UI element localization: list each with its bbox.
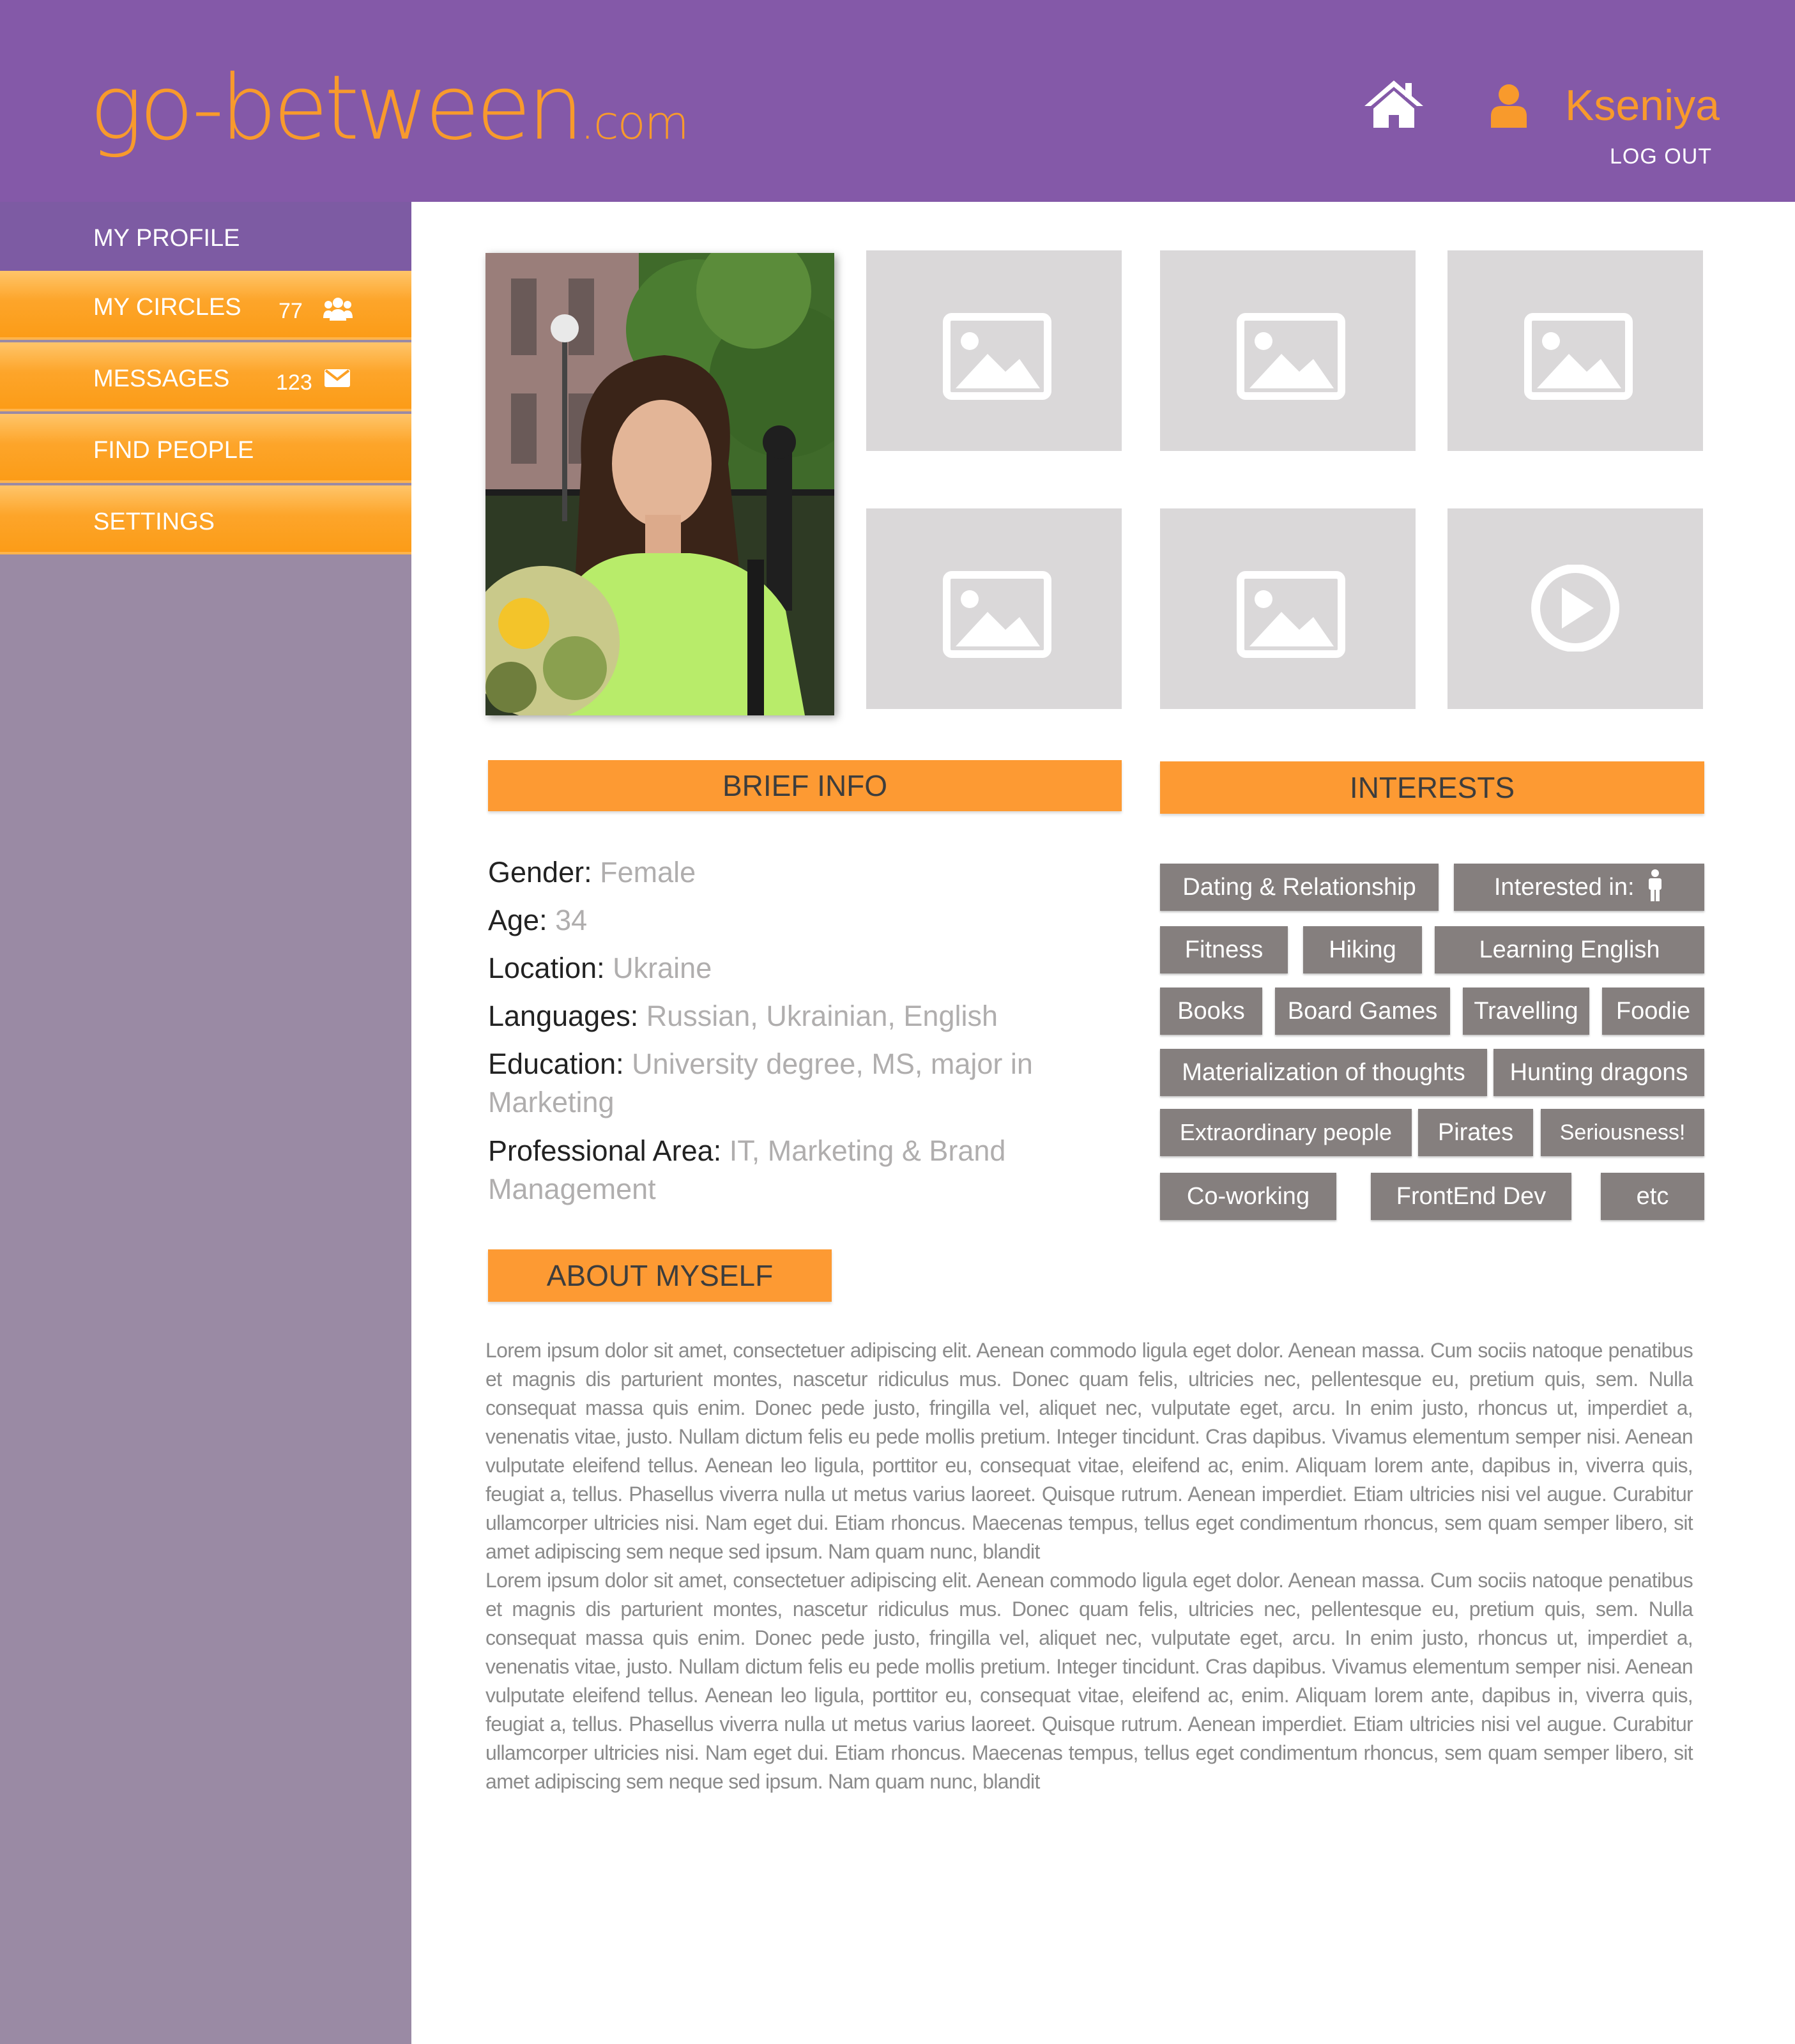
about-paragraph: Lorem ipsum dolor sit amet, consectetuer…	[485, 1569, 1693, 1793]
interest-tag[interactable]: Hunting dragons	[1493, 1049, 1704, 1096]
sidebar-item-my-profile[interactable]: MY PROFILE	[0, 202, 411, 271]
info-label: Education:	[488, 1048, 624, 1080]
image-placeholder-icon	[1237, 571, 1345, 658]
interest-tag-label: Interested in:	[1493, 874, 1635, 901]
interest-tag[interactable]: Extraordinary people	[1160, 1109, 1412, 1156]
info-value: 34	[555, 904, 588, 936]
info-location: Location: Ukraine	[488, 949, 1127, 988]
sidebar-item-messages[interactable]: MESSAGES 123	[0, 342, 411, 411]
video-thumbnail[interactable]	[1447, 508, 1703, 709]
messages-count: 123	[276, 370, 312, 395]
interest-tag[interactable]: FrontEnd Dev	[1371, 1173, 1571, 1220]
photo-thumbnail[interactable]	[1447, 250, 1703, 451]
sidebar-item-label: MY CIRCLES	[93, 294, 241, 321]
info-education: Education: University degree, MS, major …	[488, 1045, 1127, 1122]
image-placeholder-icon	[1237, 313, 1345, 400]
logo-name: go-between	[89, 56, 584, 160]
sidebar-item-label: SETTINGS	[93, 508, 215, 535]
profile-photo-image	[485, 253, 834, 715]
about-paragraph: Lorem ipsum dolor sit amet, consectetuer…	[485, 1339, 1693, 1563]
male-icon	[1649, 869, 1662, 901]
site-logo[interactable]: go-between.com	[89, 56, 689, 160]
interest-tag[interactable]: Board Games	[1275, 988, 1450, 1035]
group-icon	[323, 298, 353, 321]
photo-thumbnail[interactable]	[1160, 508, 1416, 709]
about-myself-header: ABOUT MYSELF	[488, 1249, 832, 1302]
interest-tag[interactable]: Pirates	[1418, 1109, 1533, 1156]
info-gender: Gender: Female	[488, 853, 1127, 892]
sidebar-item-my-circles[interactable]: MY CIRCLES 77	[0, 271, 411, 340]
interests-header: INTERESTS	[1160, 761, 1704, 814]
home-icon[interactable]	[1363, 79, 1425, 129]
header: go-between.com Kseniya LOG OUT	[0, 0, 1795, 202]
image-placeholder-icon	[943, 571, 1051, 658]
photo-thumbnail[interactable]	[1160, 250, 1416, 451]
interest-tag[interactable]: Seriousness!	[1541, 1109, 1704, 1156]
info-age: Age: 34	[488, 901, 1127, 940]
info-value: Russian, Ukrainian, English	[646, 1000, 998, 1032]
info-label: Age:	[488, 904, 547, 936]
image-placeholder-icon	[1524, 313, 1633, 400]
info-label: Gender:	[488, 856, 592, 889]
play-icon	[1531, 565, 1619, 652]
username[interactable]: Kseniya	[1565, 80, 1720, 130]
sidebar-item-label: FIND PEOPLE	[93, 437, 254, 464]
sidebar-item-label: MESSAGES	[93, 365, 230, 392]
interest-tag[interactable]: Learning English	[1435, 926, 1704, 973]
interest-tag[interactable]: Fitness	[1160, 926, 1288, 973]
interest-tag[interactable]: etc	[1601, 1173, 1704, 1220]
sidebar-item-label: MY PROFILE	[93, 225, 240, 252]
interest-tag[interactable]: Hiking	[1303, 926, 1422, 973]
interest-tag[interactable]: Foodie	[1602, 988, 1704, 1035]
interest-tag[interactable]: Co-working	[1160, 1173, 1336, 1220]
sidebar: MY PROFILE MY CIRCLES 77 MESSAGES 123 FI…	[0, 202, 411, 2044]
user-icon[interactable]	[1488, 83, 1529, 128]
interest-tag[interactable]: Dating & Relationship	[1160, 864, 1439, 911]
interest-tag[interactable]: Books	[1160, 988, 1262, 1035]
info-value: Ukraine	[613, 952, 712, 984]
info-languages: Languages: Russian, Ukrainian, English	[488, 997, 1127, 1035]
brief-info-header: BRIEF INFO	[488, 760, 1122, 811]
info-label: Location:	[488, 952, 605, 984]
photo-thumbnail[interactable]	[866, 250, 1122, 451]
profile-photo[interactable]	[485, 253, 834, 715]
interest-tag[interactable]: Travelling	[1463, 988, 1589, 1035]
logout-link[interactable]: LOG OUT	[1610, 144, 1712, 169]
image-placeholder-icon	[943, 313, 1051, 400]
photo-thumbnail[interactable]	[866, 508, 1122, 709]
circles-count: 77	[279, 299, 303, 323]
info-professional-area: Professional Area: IT, Marketing & Brand…	[488, 1132, 1127, 1209]
info-label: Languages:	[488, 1000, 639, 1032]
sidebar-item-settings[interactable]: SETTINGS	[0, 485, 411, 554]
envelope-icon	[325, 369, 350, 387]
logo-tld: .com	[580, 96, 689, 149]
interested-in-tag[interactable]: Interested in:	[1454, 864, 1704, 911]
interest-tag[interactable]: Materialization of thoughts	[1160, 1049, 1487, 1096]
info-label: Professional Area:	[488, 1134, 722, 1167]
info-value: Female	[600, 856, 696, 889]
sidebar-item-find-people[interactable]: FIND PEOPLE	[0, 414, 411, 483]
